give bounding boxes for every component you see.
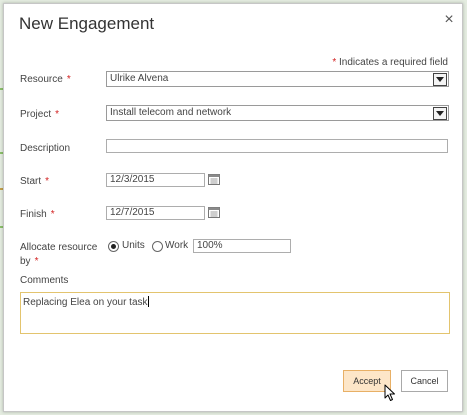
dialog-title: New Engagement	[19, 14, 155, 33]
resource-label-text: Resource	[20, 74, 63, 85]
comments-text: Replacing Elea on your task	[23, 297, 148, 308]
cancel-button[interactable]: Cancel	[401, 370, 448, 392]
allocation-value-input[interactable]: 100%	[193, 239, 291, 253]
units-radio-label[interactable]: Units	[122, 240, 145, 251]
comments-label: Comments	[20, 275, 69, 286]
description-label: Description	[20, 143, 71, 154]
project-select[interactable]: Install telecom and network	[106, 105, 449, 121]
allocate-label-line2-text: by	[20, 256, 31, 267]
text-caret	[147, 296, 149, 307]
start-date-input[interactable]: 12/3/2015	[106, 173, 205, 187]
start-label-text: Start	[20, 176, 42, 187]
work-radio[interactable]	[152, 241, 163, 252]
required-field-note: * Indicates a required field	[332, 57, 448, 68]
description-input[interactable]	[106, 139, 448, 153]
dropdown-arrow-icon[interactable]	[433, 73, 447, 86]
required-star: *	[55, 109, 60, 120]
resource-select-value: Ulrike Alvena	[110, 73, 169, 84]
new-engagement-dialog: New Engagement × * Indicates a required …	[3, 3, 463, 412]
resource-label: Resource *	[20, 74, 71, 85]
project-select-value: Install telecom and network	[110, 107, 232, 118]
calendar-icon[interactable]	[208, 174, 220, 185]
resource-select[interactable]: Ulrike Alvena	[106, 71, 449, 87]
work-radio-label[interactable]: Work	[165, 240, 188, 251]
finish-label: Finish *	[20, 209, 55, 220]
comments-textarea[interactable]: Replacing Elea on your task	[20, 292, 450, 334]
allocate-label-line1: Allocate resource	[20, 242, 98, 253]
required-star: *	[34, 256, 39, 267]
close-icon[interactable]: ×	[441, 12, 457, 28]
required-star: *	[66, 74, 71, 85]
finish-label-text: Finish	[20, 209, 47, 220]
project-label: Project *	[20, 109, 59, 120]
start-label: Start *	[20, 176, 49, 187]
required-note-text: Indicates a required field	[339, 57, 448, 68]
dropdown-arrow-icon[interactable]	[433, 107, 447, 120]
calendar-icon[interactable]	[208, 207, 220, 218]
finish-date-input[interactable]: 12/7/2015	[106, 206, 205, 220]
allocate-label: Allocate resource by *	[20, 241, 97, 269]
required-star: *	[332, 57, 337, 68]
required-star: *	[50, 209, 55, 220]
units-radio[interactable]	[108, 241, 119, 252]
allocate-label-line2: by *	[20, 255, 97, 269]
required-star: *	[45, 176, 50, 187]
mouse-cursor-icon	[384, 384, 395, 401]
project-label-text: Project	[20, 109, 52, 120]
